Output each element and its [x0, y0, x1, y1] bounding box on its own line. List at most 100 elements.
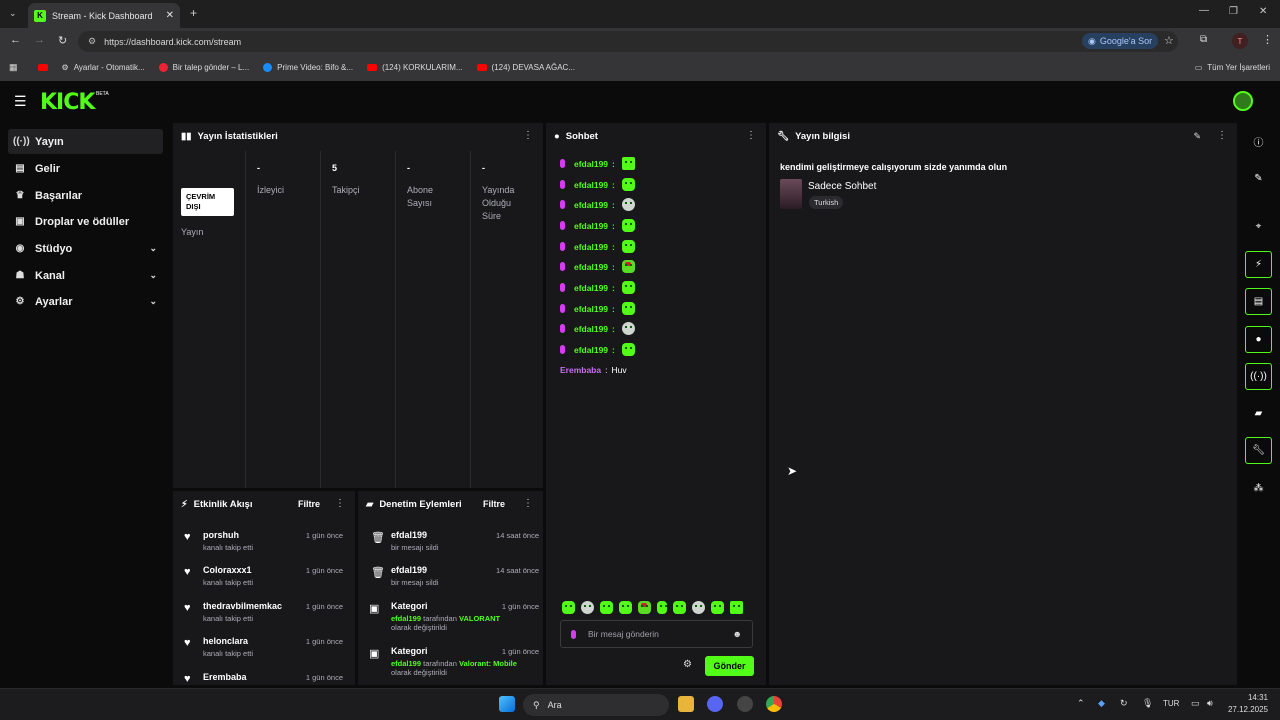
forward-icon[interactable]: →: [34, 34, 45, 46]
chat-message[interactable]: efdal199:: [560, 260, 635, 273]
chat-username[interactable]: efdal199: [574, 221, 608, 231]
microphone-icon[interactable]: 🎙︎: [1142, 698, 1153, 709]
emote-icon[interactable]: [600, 601, 613, 614]
panel-menu-icon[interactable]: ⋮: [523, 130, 533, 141]
chat-message[interactable]: efdal199:: [560, 240, 635, 253]
bookmark-item[interactable]: Prime Video: Bifo &...: [263, 63, 353, 72]
kick-logo[interactable]: KICK: [40, 90, 95, 115]
chat-username[interactable]: efdal199: [574, 304, 608, 314]
back-icon[interactable]: ←: [10, 34, 21, 46]
sidebar-item-ayarlar[interactable]: ⚙ Ayarlar ⌄: [8, 289, 163, 314]
chat-message[interactable]: efdal199:: [560, 343, 635, 356]
chat-message[interactable]: efdal199:: [560, 219, 635, 232]
focus-icon[interactable]: ⌖: [1245, 213, 1272, 240]
chat-username[interactable]: efdal199: [574, 242, 608, 252]
share-icon[interactable]: ⁂: [1245, 475, 1272, 502]
bookmark-item[interactable]: (124) KORKULARIM...: [367, 63, 463, 72]
emote-icon[interactable]: [657, 601, 667, 614]
browser-tab[interactable]: K Stream - Kick Dashboard ✕: [28, 3, 180, 28]
windows-start-icon[interactable]: [499, 696, 515, 712]
activity-row[interactable]: ♥ Erembaba 1 gün önce: [173, 672, 351, 685]
taskbar-search[interactable]: ⚲ Ara: [523, 694, 669, 716]
bookmark-item[interactable]: ⚙ Ayarlar - Otomatik...: [62, 63, 145, 72]
moderation-filter-button[interactable]: Filtre: [483, 499, 505, 509]
chat-input[interactable]: Bir mesaj gönderin ☻: [560, 620, 753, 648]
hamburger-menu-icon[interactable]: ☰: [14, 93, 27, 110]
bookmark-star-icon[interactable]: ☆: [1164, 34, 1174, 47]
activity-filter-button[interactable]: Filtre: [298, 499, 320, 509]
all-bookmarks-button[interactable]: ▭ Tüm Yer İşaretleri: [1195, 63, 1270, 72]
panel-menu-icon[interactable]: ⋮: [523, 498, 533, 509]
category-thumbnail[interactable]: [780, 179, 802, 209]
panel-menu-icon[interactable]: ⋮: [335, 498, 345, 509]
site-info-icon[interactable]: ⚙: [88, 36, 96, 47]
chat-message[interactable]: efdal199:: [560, 198, 635, 211]
chat-message[interactable]: efdal199:: [560, 302, 635, 315]
volume-icon[interactable]: 🔊︎: [1207, 698, 1213, 709]
tray-chevron-icon[interactable]: ⌃: [1077, 698, 1085, 709]
emoji-icon[interactable]: ☻: [733, 629, 742, 639]
minimize-icon[interactable]: —: [1199, 5, 1209, 16]
restore-icon[interactable]: ❐: [1229, 6, 1238, 17]
chrome-icon[interactable]: [766, 696, 782, 712]
category-name[interactable]: Sadece Sohbet: [808, 181, 876, 192]
sidebar-item-gelir[interactable]: ▤ Gelir: [8, 156, 163, 181]
tray-app-icon[interactable]: ◆: [1098, 698, 1105, 709]
address-bar[interactable]: ⚙ https://dashboard.kick.com/stream ◉ Go…: [78, 31, 1178, 52]
sidebar-item-studyo[interactable]: ◉ Stüdyo ⌄: [8, 236, 163, 261]
sidebar-item-kanal[interactable]: ☗ Kanal ⌄: [8, 263, 163, 288]
close-window-icon[interactable]: ✕: [1259, 6, 1267, 17]
extensions-icon[interactable]: ⧉: [1200, 34, 1207, 45]
document-icon[interactable]: ▤: [1245, 288, 1272, 315]
chat-username[interactable]: efdal199: [574, 159, 608, 169]
new-tab-icon[interactable]: +: [190, 6, 197, 20]
tab-list-icon[interactable]: ⌄: [9, 8, 17, 19]
emote-icon[interactable]: [562, 601, 575, 614]
chat-username[interactable]: efdal199: [574, 345, 608, 355]
reload-icon[interactable]: ↻: [58, 34, 67, 47]
moderation-icon[interactable]: ▰: [1245, 400, 1272, 427]
chat-username[interactable]: efdal199: [574, 324, 608, 334]
sidebar-item-droplar[interactable]: ▣ Droplar ve ödüller: [8, 209, 163, 234]
moderation-row[interactable]: ▣ Kategori 1 gün önce efdal199 tarafından …: [358, 601, 539, 643]
language-indicator[interactable]: TUR: [1163, 699, 1179, 708]
chat-bubble-icon[interactable]: ●: [1245, 326, 1272, 353]
wrench-icon[interactable]: 🔧︎: [1245, 437, 1272, 464]
activity-row[interactable]: ♥ porshuh kanalı takip etti 1 gün önce: [173, 530, 351, 565]
close-tab-icon[interactable]: ✕: [166, 10, 174, 21]
chat-message[interactable]: efdal199:: [560, 281, 635, 294]
chat-settings-icon[interactable]: ⚙: [683, 659, 692, 670]
sidebar-item-yayin[interactable]: ((·)) Yayın: [8, 129, 163, 154]
moderation-row[interactable]: 🗑︎ efdal199 bir mesajı sildi 14 saat önce: [358, 565, 539, 600]
edit-icon[interactable]: ✎: [1193, 131, 1201, 142]
panel-menu-icon[interactable]: ⋮: [1217, 130, 1227, 141]
google-sor-button[interactable]: ◉ Google'a Sor: [1082, 33, 1159, 49]
chat-username[interactable]: efdal199: [574, 180, 608, 190]
moderation-row[interactable]: 🗑︎ efdal199 bir mesajı sildi 14 saat önce: [358, 530, 539, 565]
emote-icon[interactable]: [619, 601, 632, 614]
chat-message[interactable]: Erembaba: Huv: [560, 365, 627, 375]
pencil-icon[interactable]: ✎: [1245, 165, 1272, 192]
chat-message[interactable]: efdal199:: [560, 157, 635, 170]
chat-username[interactable]: Erembaba: [560, 365, 601, 375]
bookmark-item[interactable]: Bir talep gönder – L...: [158, 63, 249, 72]
user-avatar[interactable]: [1233, 91, 1253, 111]
emote-icon[interactable]: [730, 601, 743, 614]
app-icon[interactable]: [737, 696, 753, 712]
network-icon[interactable]: ▭: [1191, 698, 1200, 709]
sidebar-item-basarilar[interactable]: ♛ Başarılar: [8, 183, 163, 208]
clock-date[interactable]: 27.12.2025: [1222, 705, 1268, 714]
activity-row[interactable]: ♥ thedravbilmemkac kanalı takip etti 1 gün …: [173, 601, 351, 636]
chat-username[interactable]: efdal199: [574, 262, 608, 272]
bookmark-item[interactable]: (124) DEVASA AĞAC...: [476, 63, 575, 72]
emote-icon[interactable]: [711, 601, 724, 614]
emote-icon[interactable]: [673, 601, 686, 614]
moderation-row[interactable]: ▣ Kategori 1 gün önce efdal199 tarafından …: [358, 646, 539, 685]
emote-icon[interactable]: [581, 601, 594, 614]
activity-row[interactable]: ♥ Coloraxxx1 kanalı takip etti 1 gün önce: [173, 565, 351, 600]
apps-grid-icon[interactable]: ▦: [9, 62, 18, 73]
clock-time[interactable]: 14:31: [1228, 693, 1268, 702]
send-button[interactable]: Gönder: [705, 656, 754, 676]
chat-username[interactable]: efdal199: [574, 283, 608, 293]
chat-message[interactable]: efdal199:: [560, 178, 635, 191]
